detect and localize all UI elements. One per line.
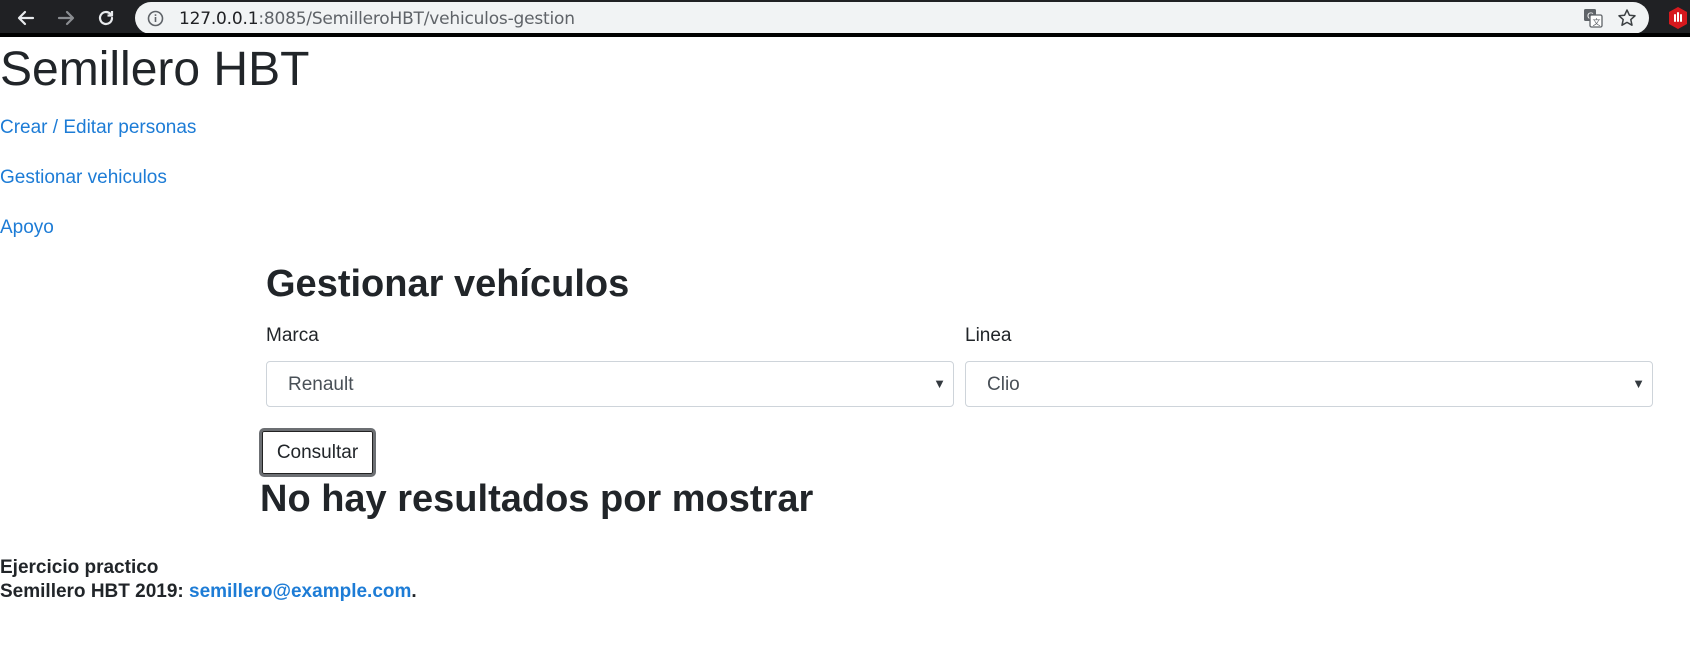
footer-prefix: Semillero HBT 2019: bbox=[0, 581, 190, 602]
footer-line-2: Semillero HBT 2019: semillero@example.co… bbox=[0, 580, 417, 604]
translate-icon[interactable]: G 文 bbox=[1583, 8, 1603, 28]
marca-label: Marca bbox=[266, 325, 319, 346]
linea-label: Linea bbox=[965, 325, 1012, 346]
footer: Ejercicio practico Semillero HBT 2019: s… bbox=[0, 556, 417, 604]
url-path: :8085/SemilleroHBT/vehiculos-gestion bbox=[258, 9, 575, 29]
extension-icon[interactable] bbox=[1667, 6, 1689, 30]
nav-link-personas[interactable]: Crear / Editar personas bbox=[0, 117, 196, 139]
star-icon[interactable] bbox=[1617, 8, 1637, 28]
footer-email-link[interactable]: semillero@example.com bbox=[189, 581, 411, 602]
forward-icon bbox=[57, 10, 75, 26]
browser-toolbar: 127.0.0.1:8085/SemilleroHBT/vehiculos-ge… bbox=[0, 0, 1690, 37]
marca-selected-value: Renault bbox=[288, 374, 354, 395]
url-text: 127.0.0.1:8085/SemilleroHBT/vehiculos-ge… bbox=[179, 9, 575, 29]
reload-icon bbox=[98, 10, 114, 26]
consultar-button[interactable]: Consultar bbox=[259, 428, 376, 477]
marca-select[interactable]: Renault ▼ bbox=[266, 361, 954, 407]
toolbar-divider bbox=[0, 33, 1690, 37]
chevron-down-icon: ▼ bbox=[933, 376, 946, 391]
nav-link-vehiculos[interactable]: Gestionar vehiculos bbox=[0, 167, 167, 189]
linea-selected-value: Clio bbox=[987, 374, 1020, 395]
forward-button[interactable] bbox=[52, 4, 80, 32]
linea-select[interactable]: Clio ▼ bbox=[965, 361, 1653, 407]
reload-button[interactable] bbox=[92, 4, 120, 32]
info-icon[interactable] bbox=[147, 10, 164, 27]
site-title: Semillero HBT bbox=[0, 43, 310, 96]
nav-link-apoyo[interactable]: Apoyo bbox=[0, 217, 54, 239]
back-button[interactable] bbox=[12, 4, 40, 32]
back-icon bbox=[17, 10, 35, 26]
address-bar[interactable]: 127.0.0.1:8085/SemilleroHBT/vehiculos-ge… bbox=[135, 2, 1649, 34]
url-host: 127.0.0.1 bbox=[179, 9, 259, 29]
svg-text:文: 文 bbox=[1593, 17, 1601, 27]
no-results-message: No hay resultados por mostrar bbox=[260, 478, 814, 520]
footer-suffix: . bbox=[411, 581, 417, 602]
chevron-down-icon: ▼ bbox=[1632, 376, 1645, 391]
footer-line-1: Ejercicio practico bbox=[0, 557, 159, 578]
page-heading: Gestionar vehículos bbox=[266, 263, 630, 305]
